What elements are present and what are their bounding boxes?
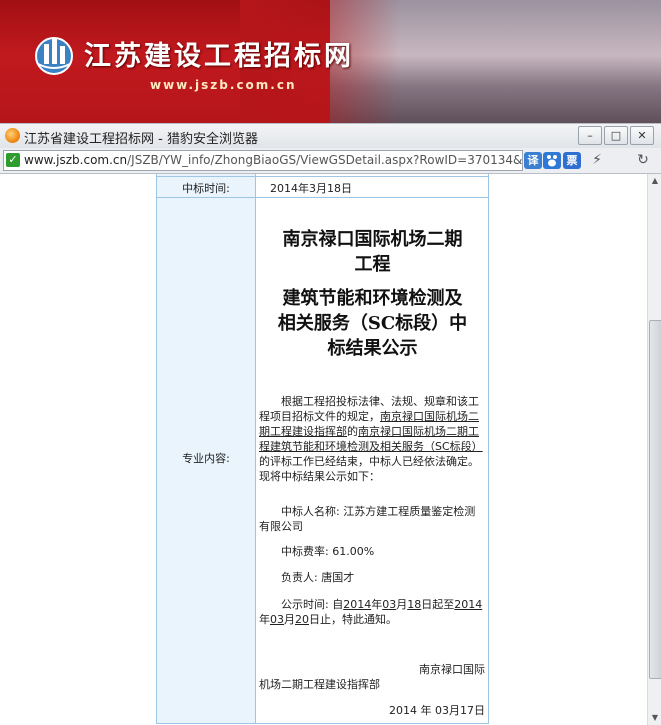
minimize-button[interactable]: –: [578, 126, 602, 145]
notice-title-line-4: 相关服务（SC标段）中: [277, 313, 468, 334]
url-domain: www.jszb.com.cn: [24, 153, 128, 167]
notice-title-line-1: 南京禄口国际机场二期: [282, 229, 463, 250]
publicity-period: 公示时间: 自2014年03月18日起至2014年03月20日止，特此通知。: [259, 598, 483, 626]
notice-title-line-2: 工程: [354, 254, 391, 275]
scroll-up-arrow-icon[interactable]: ▲: [648, 174, 661, 188]
detail-table: 中标时间: 2014年3月18日 专业内容: 南京禄口国际机场二期 工程 建筑节…: [156, 174, 489, 724]
browser-app-icon: [5, 128, 20, 143]
award-time-value: 2014年3月18日: [270, 182, 352, 195]
site-banner: 江苏建设工程招标网 www.jszb.com.cn: [0, 0, 661, 123]
address-bar: ✓ www.jszb.com.cn/JSZB/YW_info/ZhongBiao…: [0, 148, 661, 174]
scroll-down-arrow-icon[interactable]: ▼: [648, 711, 661, 725]
notice-date: 2014 年 03月17日: [389, 704, 485, 717]
notice-title-line-3: 建筑节能和环境检测及: [282, 288, 463, 309]
url-path: /JSZB/YW_info/ZhongBiaoGS/ViewGSDetail.a…: [127, 153, 523, 167]
scroll-thumb[interactable]: [649, 320, 661, 679]
window-title: 江苏省建设工程招标网 - 猎豹安全浏览器: [24, 132, 258, 147]
paw-icon[interactable]: [543, 152, 561, 169]
label-column: [157, 174, 256, 723]
secure-check-icon: ✓: [6, 153, 20, 167]
award-time-label: 中标时间:: [182, 182, 230, 195]
site-url: www.jszb.com.cn: [150, 78, 297, 92]
signature-line-1: 南京禄口国际: [419, 663, 485, 676]
notice-title-line-5: 标结果公示: [327, 338, 418, 359]
notice-paragraph: 根据工程招投标法律、法规、规章和该工程项目招标文件的规定，南京禄口国际机场二期工…: [259, 395, 483, 483]
content-label: 专业内容:: [182, 452, 230, 465]
vertical-scrollbar[interactable]: ▲ ▼: [647, 174, 661, 725]
rate-line: 中标费率: 61.00%: [281, 545, 375, 558]
site-title: 江苏建设工程招标网: [84, 41, 354, 72]
page-content: 中标时间: 2014年3月18日 专业内容: 南京禄口国际机场二期 工程 建筑节…: [0, 174, 647, 725]
close-button[interactable]: ✕: [630, 126, 654, 145]
lightning-icon[interactable]: ⚡: [588, 151, 606, 169]
ticket-button[interactable]: 票: [563, 152, 581, 169]
translate-button[interactable]: 译: [524, 152, 542, 169]
refresh-icon[interactable]: ↻: [634, 151, 652, 169]
manager-line: 负责人: 唐国才: [281, 571, 355, 584]
maximize-button[interactable]: □: [604, 126, 628, 145]
signature-line-2: 机场二期工程建设指挥部: [259, 678, 380, 691]
winner-line: 中标人名称: 江苏方建工程质量鉴定检测有限公司: [259, 505, 476, 533]
site-logo-icon: [35, 37, 73, 75]
url-input[interactable]: ✓ www.jszb.com.cn/JSZB/YW_info/ZhongBiao…: [3, 150, 523, 171]
browser-title-bar: 江苏省建设工程招标网 - 猎豹安全浏览器 – □ ✕: [0, 123, 661, 148]
url-text: www.jszb.com.cn/JSZB/YW_info/ZhongBiaoGS…: [24, 153, 523, 167]
